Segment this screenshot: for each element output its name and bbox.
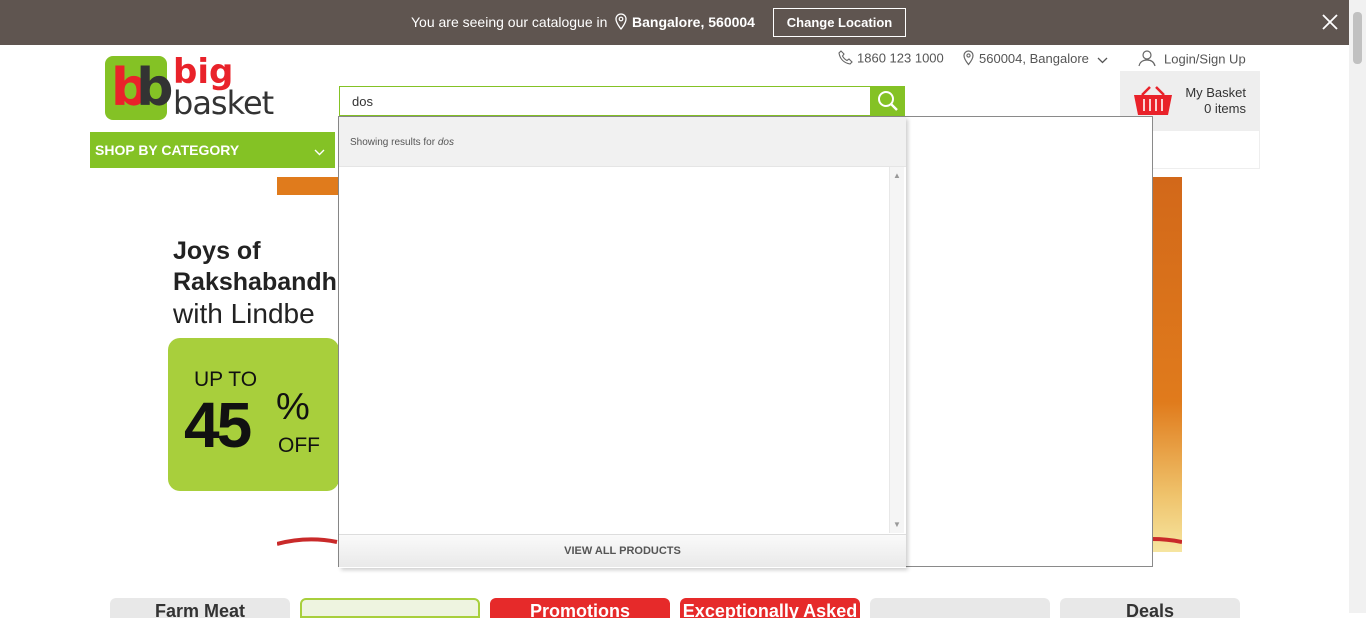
scroll-down-icon[interactable]: ▼ xyxy=(893,520,901,529)
tile-exceptionally-asked[interactable]: Exceptionally Asked xyxy=(680,598,860,618)
pincode-label: 560004, Bangalore xyxy=(979,50,1089,66)
offer-off: OFF xyxy=(278,434,320,457)
showing-results-header: Showing results for dos xyxy=(339,117,906,167)
bigbasket-logo[interactable]: bb big basket xyxy=(105,52,274,122)
banner-line-2: Rakshabandh xyxy=(173,268,337,296)
view-all-products-button[interactable]: VIEW ALL PRODUCTS xyxy=(339,534,906,567)
pincode-selector[interactable]: 560004, Bangalore xyxy=(962,50,1112,69)
logo-bb-mark: bb xyxy=(111,58,174,118)
user-icon xyxy=(1138,50,1156,70)
search-suggestions-dropdown: Showing results for dos ▲ ▼ VIEW ALL PRO… xyxy=(338,116,1153,568)
login-label: Login/Sign Up xyxy=(1164,51,1246,67)
offer-percent-sign: % xyxy=(276,386,310,428)
suggestions-scrollbar[interactable]: ▲ ▼ xyxy=(889,167,904,533)
close-icon[interactable] xyxy=(1320,12,1340,32)
category-label: SHOP BY CATEGORY xyxy=(95,142,240,158)
scroll-up-icon[interactable]: ▲ xyxy=(893,171,901,180)
location-pin-icon xyxy=(614,13,628,33)
page-scrollbar[interactable] xyxy=(1349,0,1366,613)
basket-title: My Basket xyxy=(1185,85,1246,100)
banner-line-1: Joys of xyxy=(173,237,261,265)
tile-featured[interactable] xyxy=(300,598,480,618)
basket-panel xyxy=(1152,131,1260,169)
banner-stripe xyxy=(277,177,347,195)
tile-promotions[interactable]: Promotions xyxy=(490,598,670,618)
tile-deals[interactable]: Deals xyxy=(1060,598,1240,618)
logo-word-basket: basket xyxy=(173,84,274,122)
banner-line-3: with Lindbe xyxy=(173,298,315,329)
tile-blank[interactable] xyxy=(870,598,1050,618)
chevron-down-icon xyxy=(1097,52,1108,67)
suggestions-panel: Showing results for dos ▲ ▼ VIEW ALL PRO… xyxy=(339,117,906,568)
customer-care-phone[interactable]: 1860 123 1000 xyxy=(838,50,944,68)
phone-icon xyxy=(838,50,853,68)
showing-results-prefix: Showing results for xyxy=(350,137,436,148)
offer-percent: 45 xyxy=(184,389,252,461)
change-location-button[interactable]: Change Location xyxy=(773,8,906,37)
location-message: You are seeing our catalogue in xyxy=(411,14,608,30)
showing-results-query: dos xyxy=(437,137,454,148)
tile-label: Promotions xyxy=(529,601,630,618)
tile-label: Farm Meat xyxy=(154,601,246,618)
chevron-down-icon xyxy=(314,143,325,159)
search-bar xyxy=(339,86,905,116)
location-pin-icon xyxy=(962,50,975,69)
phone-number: 1860 123 1000 xyxy=(857,50,944,66)
basket-count: 0 items xyxy=(1204,101,1246,116)
tile-label: Deals xyxy=(1125,601,1175,618)
offer-badge: UP TO 45 % OFF xyxy=(168,338,339,491)
location-banner: You are seeing our catalogue in Bangalor… xyxy=(0,0,1366,45)
shop-by-category-button[interactable]: SHOP BY CATEGORY xyxy=(90,132,335,168)
search-button[interactable] xyxy=(870,86,905,116)
tile-farm-meat[interactable]: Farm Meat xyxy=(110,598,290,618)
location-city: Bangalore, 560004 xyxy=(632,14,755,30)
search-input[interactable] xyxy=(340,87,870,115)
login-signup-link[interactable]: Login/Sign Up xyxy=(1138,50,1246,70)
banner-headline: Joys of Rakshabandh with Lindbe xyxy=(173,236,337,329)
scrollbar-thumb[interactable] xyxy=(1353,12,1362,64)
tile-label: Exceptionally Asked xyxy=(682,601,858,618)
